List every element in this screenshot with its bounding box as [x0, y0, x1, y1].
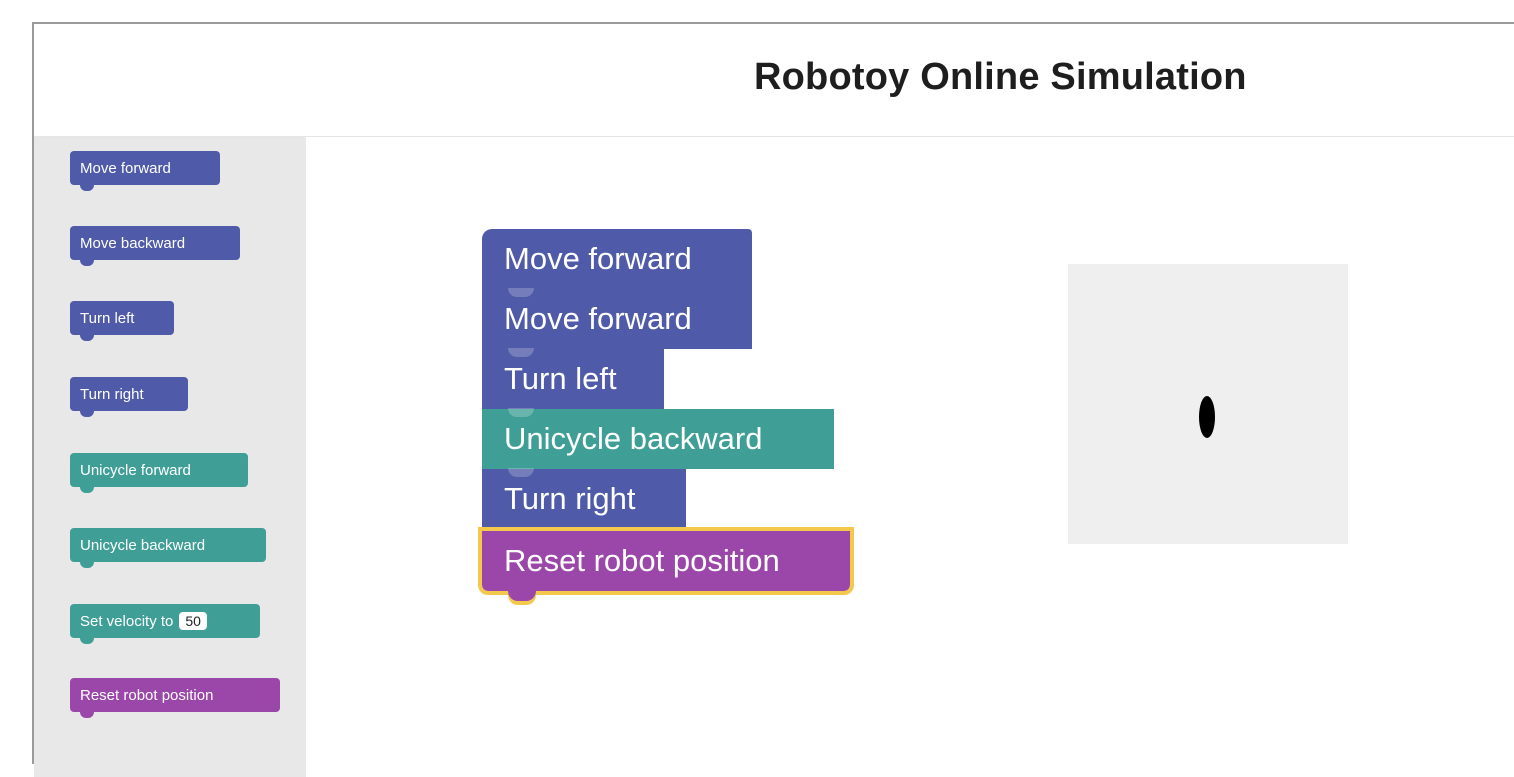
app-window: Robotoy Online Simulation Move forward M…	[32, 22, 1514, 777]
toolbox-block-label: Unicycle backward	[80, 536, 206, 554]
app-header: Robotoy Online Simulation	[34, 24, 1514, 137]
toolbox-block-label: Turn left	[80, 309, 135, 327]
program-block-label: Reset robot position	[504, 543, 780, 578]
program-block-unicycle-backward[interactable]: Unicycle backward	[482, 408, 834, 469]
toolbox-block-reset-robot-position[interactable]: Reset robot position	[70, 678, 280, 718]
toolbox-block-label: Unicycle forward	[80, 461, 191, 479]
program-block-turn-right[interactable]: Turn right	[482, 468, 686, 529]
toolbox-block-move-forward[interactable]: Move forward	[70, 151, 220, 191]
program-block-reset-robot-position[interactable]: Reset robot position	[478, 527, 854, 601]
block-toolbox: Move forward Move backward Turn left Tur…	[34, 137, 306, 777]
toolbox-block-label: Set velocity to	[80, 612, 174, 630]
velocity-input[interactable]: 50	[179, 612, 207, 630]
page-title: Robotoy Online Simulation	[754, 56, 1247, 98]
program-block-move-forward[interactable]: Move forward	[482, 288, 752, 349]
block-workspace[interactable]: Move forward Move forward Turn left Unic…	[306, 137, 1514, 764]
robot-dot-icon	[1199, 396, 1215, 438]
program-block-label: Move forward	[504, 301, 692, 336]
toolbox-block-label: Move forward	[80, 159, 171, 177]
toolbox-block-set-velocity[interactable]: Set velocity to 50	[70, 604, 260, 644]
program-block-move-forward[interactable]: Move forward	[482, 229, 752, 289]
toolbox-block-move-backward[interactable]: Move backward	[70, 226, 240, 266]
toolbox-block-turn-right[interactable]: Turn right	[70, 377, 188, 417]
program-block-label: Turn left	[504, 361, 617, 396]
toolbox-block-label: Move backward	[80, 234, 186, 252]
program-block-label: Move forward	[504, 241, 692, 276]
program-block-turn-left[interactable]: Turn left	[482, 348, 664, 409]
toolbox-block-unicycle-forward[interactable]: Unicycle forward	[70, 453, 248, 493]
toolbox-block-unicycle-backward[interactable]: Unicycle backward	[70, 528, 266, 568]
toolbox-block-label: Reset robot position	[80, 686, 214, 704]
simulation-canvas	[1068, 264, 1348, 544]
program-block-label: Turn right	[504, 481, 636, 516]
toolbox-block-turn-left[interactable]: Turn left	[70, 301, 174, 341]
program-block-label: Unicycle backward	[504, 421, 763, 456]
toolbox-block-label: Turn right	[80, 385, 144, 403]
